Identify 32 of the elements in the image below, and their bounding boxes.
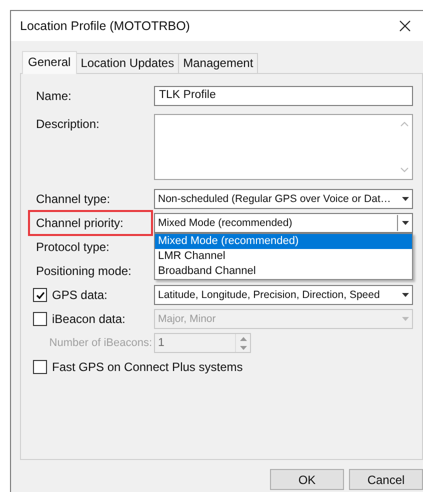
field-label: Name: [35, 89, 72, 103]
field-label: iBeacon data: [51, 312, 126, 326]
dialog-button[interactable]: OK [270, 469, 344, 490]
field-label: Number of iBeacons: [48, 337, 152, 349]
caret-icon [402, 317, 408, 321]
dropdown[interactable]: Non-scheduled (Regular GPS over Voice or Dat… [154, 189, 413, 209]
tab[interactable]: Management [178, 53, 258, 73]
scroll-down-icon[interactable] [400, 167, 408, 173]
dropdown[interactable]: Latitude, Longitude, Precision, Direction, Speed [154, 285, 413, 305]
dropdown-option[interactable]: Mixed Mode (recommended) [155, 234, 412, 249]
checkbox[interactable] [33, 288, 47, 302]
dropdown-option[interactable]: Broadband Channel [155, 264, 412, 279]
field-label: Protocol type: [35, 240, 110, 254]
field-label: Channel priority: [28, 210, 154, 236]
field-label: Description: [35, 117, 100, 131]
name-field[interactable]: TLK Profile [154, 86, 413, 106]
caret-icon [402, 221, 408, 225]
dropdown-option[interactable]: LMR Channel [155, 249, 412, 264]
scroll-up-icon[interactable] [400, 121, 408, 127]
field-label: Fast GPS on Connect Plus systems [51, 360, 243, 374]
window-title: Location Profile (MOTOTRBO) [20, 19, 191, 33]
dialog-button[interactable]: Cancel [349, 469, 423, 490]
caret-icon [402, 293, 408, 297]
dropdown[interactable]: Mixed Mode (recommended) [154, 213, 413, 233]
field-label: Channel type: [35, 192, 110, 206]
checkbox[interactable] [33, 360, 47, 374]
description-field[interactable] [154, 114, 413, 180]
caret-icon [402, 197, 408, 201]
tab[interactable]: General [22, 51, 77, 74]
close-icon[interactable] [399, 20, 411, 32]
field-label: Positioning mode: [35, 264, 132, 278]
field-label: GPS data: [51, 288, 108, 302]
